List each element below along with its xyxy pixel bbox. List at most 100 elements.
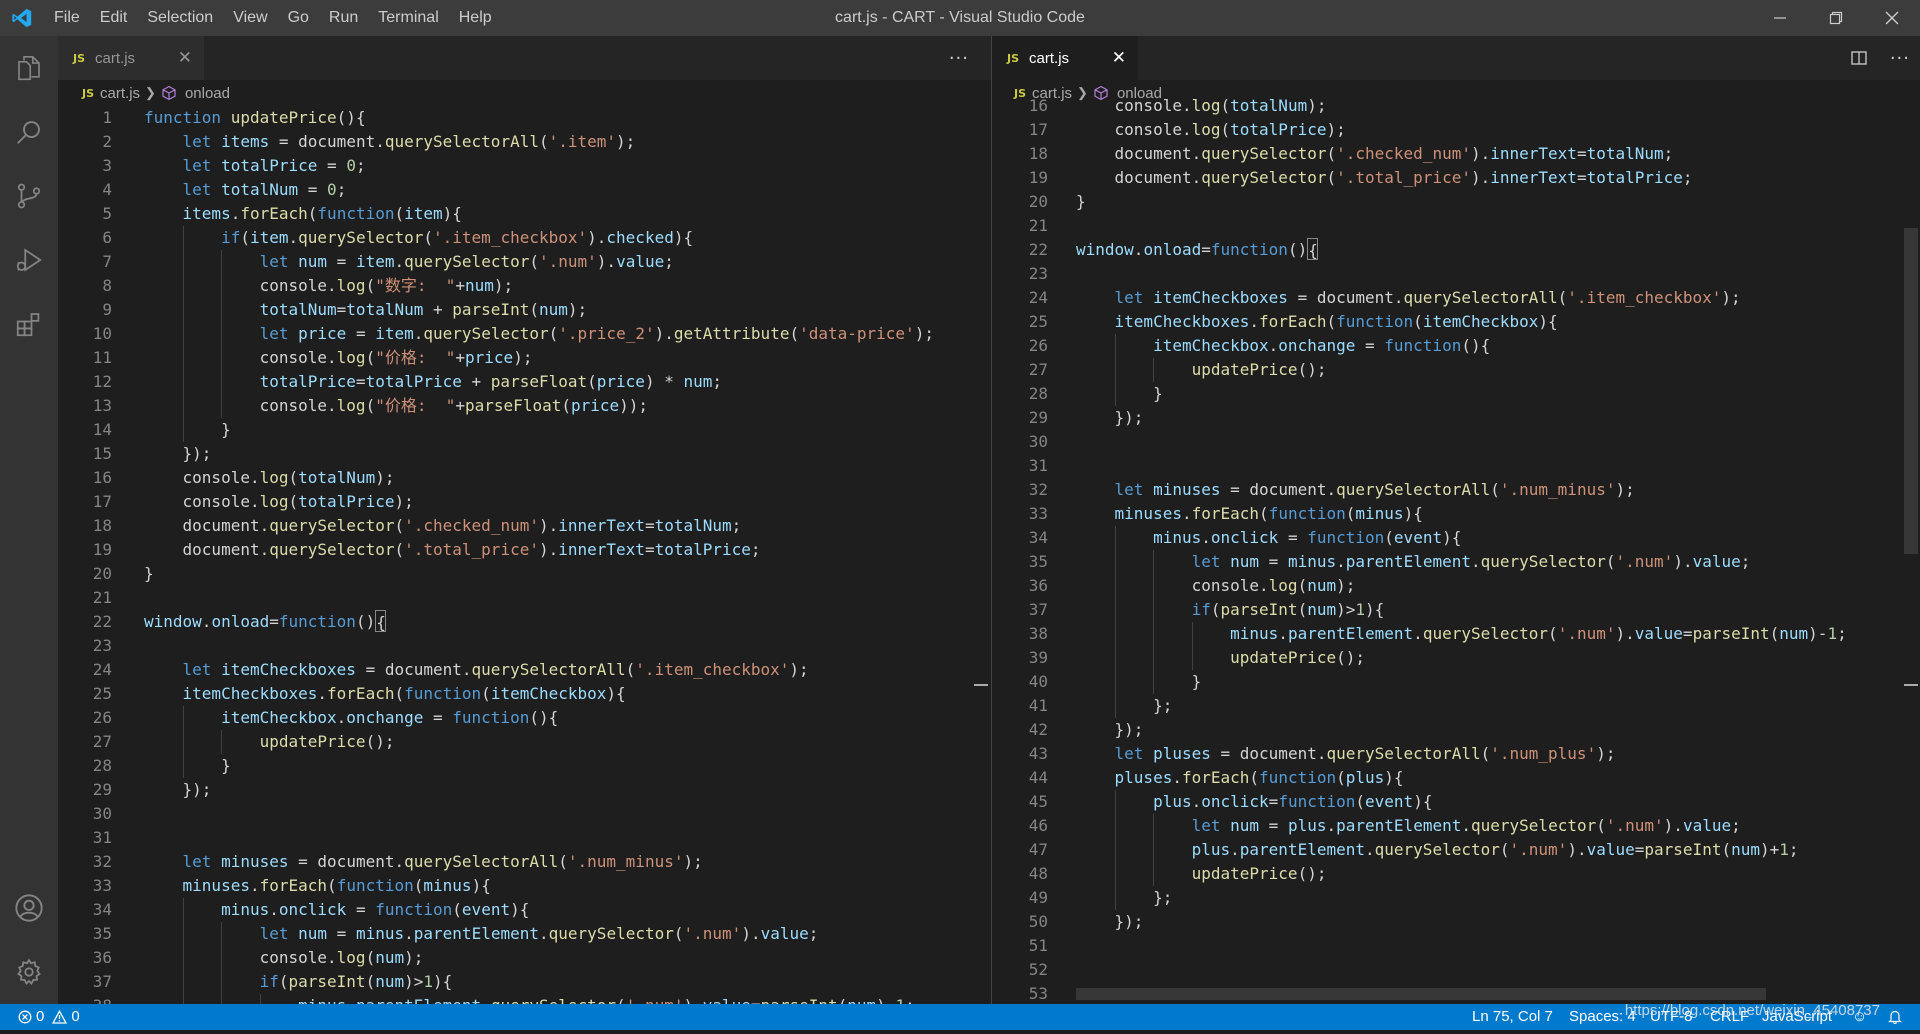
code-line[interactable]: 47 plus.parentElement.querySelector('.nu…: [992, 838, 1920, 862]
code-line[interactable]: 29 });: [58, 778, 991, 802]
gear-icon[interactable]: [0, 940, 58, 1004]
close-window-button[interactable]: [1864, 0, 1920, 36]
close-icon[interactable]: ✕: [1112, 48, 1126, 68]
menu-edit[interactable]: Edit: [90, 0, 138, 36]
code-line[interactable]: 5 items.forEach(function(item){: [58, 202, 991, 226]
code-line[interactable]: 34 minus.onclick = function(event){: [58, 898, 991, 922]
code-line[interactable]: 46 let num = plus.parentElement.querySel…: [992, 814, 1920, 838]
code-line[interactable]: 27 updatePrice();: [992, 358, 1920, 382]
code-line[interactable]: 25 itemCheckboxes.forEach(function(itemC…: [992, 310, 1920, 334]
code-line[interactable]: 36 console.log(num);: [992, 574, 1920, 598]
code-line[interactable]: 20}: [992, 190, 1920, 214]
code-line[interactable]: 39 updatePrice();: [992, 646, 1920, 670]
code-line[interactable]: 45 plus.onclick=function(event){: [992, 790, 1920, 814]
code-line[interactable]: 24 let itemCheckboxes = document.querySe…: [58, 658, 991, 682]
code-line[interactable]: 27 updatePrice();: [58, 730, 991, 754]
cursor-position[interactable]: Ln 75, Col 7: [1472, 1004, 1553, 1030]
code-line[interactable]: 32 let minuses = document.querySelectorA…: [58, 850, 991, 874]
code-line[interactable]: 52: [992, 958, 1920, 982]
scrollbar-marker[interactable]: [1904, 684, 1918, 686]
split-editor-icon[interactable]: [1850, 49, 1868, 67]
search-icon[interactable]: [0, 100, 58, 164]
code-line[interactable]: 37 if(parseInt(num)>1){: [58, 970, 991, 994]
scrollbar-marker[interactable]: [974, 684, 988, 686]
menu-view[interactable]: View: [223, 0, 277, 36]
code-line[interactable]: 9 totalNum=totalNum + parseInt(num);: [58, 298, 991, 322]
menu-file[interactable]: File: [44, 0, 90, 36]
code-line[interactable]: 40 }: [992, 670, 1920, 694]
source-control-icon[interactable]: [0, 164, 58, 228]
code-line[interactable]: 41 };: [992, 694, 1920, 718]
code-line[interactable]: 21: [992, 214, 1920, 238]
code-line[interactable]: 21: [58, 586, 991, 610]
tab-cart-js-active[interactable]: JS cart.js ✕: [992, 36, 1138, 80]
problems-indicator[interactable]: 0 0: [18, 1004, 80, 1030]
code-line[interactable]: 28 }: [992, 382, 1920, 406]
code-line[interactable]: 34 minus.onclick = function(event){: [992, 526, 1920, 550]
restore-button[interactable]: [1808, 0, 1864, 36]
code-line[interactable]: 31: [992, 454, 1920, 478]
more-actions-icon[interactable]: ···: [949, 48, 969, 69]
vertical-scrollbar-thumb[interactable]: [1904, 228, 1918, 554]
code-line[interactable]: 28 }: [58, 754, 991, 778]
code-line[interactable]: 13 console.log("价格: "+parseFloat(price))…: [58, 394, 991, 418]
menu-selection[interactable]: Selection: [137, 0, 223, 36]
code-line[interactable]: 16 console.log(totalNum);: [58, 466, 991, 490]
code-line[interactable]: 44 pluses.forEach(function(plus){: [992, 766, 1920, 790]
extensions-icon[interactable]: [0, 292, 58, 356]
close-icon[interactable]: ✕: [178, 48, 192, 68]
code-line[interactable]: 36 console.log(num);: [58, 946, 991, 970]
code-line[interactable]: 19 document.querySelector('.total_price'…: [58, 538, 991, 562]
code-line[interactable]: 38 minus.parentElement.querySelector('.n…: [992, 622, 1920, 646]
code-line[interactable]: 3 let totalPrice = 0;: [58, 154, 991, 178]
code-line[interactable]: 20}: [58, 562, 991, 586]
code-line[interactable]: 42 });: [992, 718, 1920, 742]
code-line[interactable]: 1 function updatePrice(){: [58, 106, 991, 130]
code-line[interactable]: 51: [992, 934, 1920, 958]
code-line[interactable]: 30: [58, 802, 991, 826]
breadcrumb-file[interactable]: cart.js: [100, 85, 140, 102]
code-line[interactable]: 17 console.log(totalPrice);: [58, 490, 991, 514]
code-line[interactable]: 43 let pluses = document.querySelectorAl…: [992, 742, 1920, 766]
code-line[interactable]: 31: [58, 826, 991, 850]
code-line[interactable]: 38 minus.parentElement.querySelector('.n…: [58, 994, 991, 1004]
code-line[interactable]: 8 console.log("数字: "+num);: [58, 274, 991, 298]
code-line[interactable]: 25 itemCheckboxes.forEach(function(itemC…: [58, 682, 991, 706]
code-line[interactable]: 29 });: [992, 406, 1920, 430]
run-debug-icon[interactable]: [0, 228, 58, 292]
horizontal-scrollbar-thumb[interactable]: [1076, 988, 1766, 1000]
menu-help[interactable]: Help: [449, 0, 502, 36]
code-line[interactable]: 33 minuses.forEach(function(minus){: [992, 502, 1920, 526]
code-line[interactable]: 33 minuses.forEach(function(minus){: [58, 874, 991, 898]
code-line[interactable]: 11 console.log("价格: "+price);: [58, 346, 991, 370]
code-line[interactable]: 35 let num = minus.parentElement.querySe…: [992, 550, 1920, 574]
code-line[interactable]: 26 itemCheckbox.onchange = function(){: [992, 334, 1920, 358]
code-line[interactable]: 23: [58, 634, 991, 658]
menu-go[interactable]: Go: [278, 0, 319, 36]
explorer-icon[interactable]: [0, 36, 58, 100]
code-line[interactable]: 15 });: [58, 442, 991, 466]
code-line[interactable]: 16 console.log(totalNum);: [992, 94, 1920, 118]
code-line[interactable]: 24 let itemCheckboxes = document.querySe…: [992, 286, 1920, 310]
tab-cart-js[interactable]: JS cart.js ✕: [58, 36, 204, 80]
code-line[interactable]: 7 let num = item.querySelector('.num').v…: [58, 250, 991, 274]
code-line[interactable]: 6 if(item.querySelector('.item_checkbox'…: [58, 226, 991, 250]
code-line[interactable]: 4 let totalNum = 0;: [58, 178, 991, 202]
code-line[interactable]: 18 document.querySelector('.checked_num'…: [992, 142, 1920, 166]
code-editor-right[interactable]: 16 console.log(totalNum); 17 console.log(…: [992, 96, 1920, 1004]
breadcrumb-symbol[interactable]: onload: [185, 85, 230, 102]
code-line[interactable]: 35 let num = minus.parentElement.querySe…: [58, 922, 991, 946]
code-line[interactable]: 26 itemCheckbox.onchange = function(){: [58, 706, 991, 730]
more-actions-icon[interactable]: ···: [1890, 48, 1910, 69]
menu-terminal[interactable]: Terminal: [368, 0, 448, 36]
code-editor-left[interactable]: 1 function updatePrice(){2 let items = do…: [58, 106, 991, 1004]
code-line[interactable]: 30: [992, 430, 1920, 454]
code-line[interactable]: 19 document.querySelector('.total_price'…: [992, 166, 1920, 190]
code-line[interactable]: 50 });: [992, 910, 1920, 934]
code-line[interactable]: 48 updatePrice();: [992, 862, 1920, 886]
code-line[interactable]: 32 let minuses = document.querySelectorA…: [992, 478, 1920, 502]
minimize-button[interactable]: [1752, 0, 1808, 36]
menu-run[interactable]: Run: [319, 0, 368, 36]
code-line[interactable]: 10 let price = item.querySelector('.pric…: [58, 322, 991, 346]
code-line[interactable]: 18 document.querySelector('.checked_num'…: [58, 514, 991, 538]
